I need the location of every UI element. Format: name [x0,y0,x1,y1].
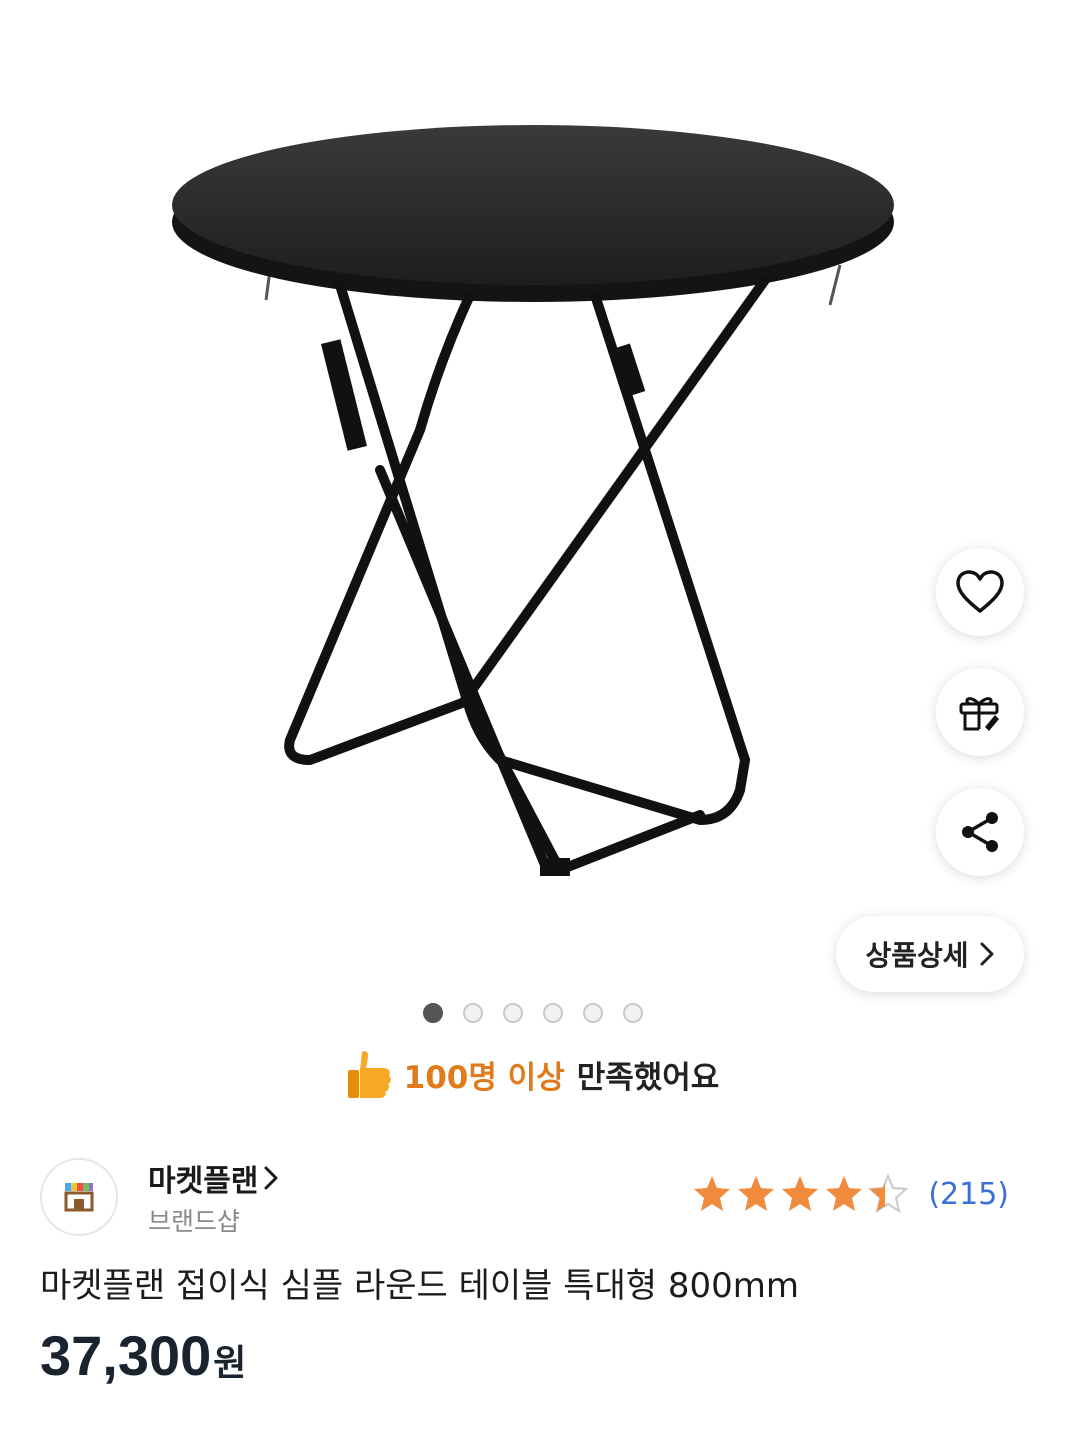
satisfaction-text: 만족했어요 [576,1059,720,1096]
product-image[interactable] [0,0,1065,1000]
share-icon [962,812,998,852]
carousel-dot[interactable] [423,1003,443,1023]
carousel-dot[interactable] [623,1003,643,1023]
star-icon [826,1176,863,1211]
table-illustration [172,125,894,876]
gift-button[interactable] [936,668,1024,756]
brand-name: 마켓플랜 [148,1164,259,1199]
share-button[interactable] [936,788,1024,876]
star-icon [782,1176,819,1211]
satisfaction-banner: 100명 이상 만족했어요 [0,1046,1065,1102]
product-detail-button[interactable]: 상품상세 [836,916,1024,992]
wishlist-button[interactable] [936,548,1024,636]
price-value: 37,300 [40,1324,212,1387]
brand-type: 브랜드샵 [148,1207,241,1236]
satisfaction-highlight: 100명 이상 [403,1059,565,1096]
product-detail-label: 상품상세 [865,939,969,972]
heart-icon [956,570,1004,613]
product-price: 37,300 원 [40,1323,246,1388]
chevron-right-icon [980,942,994,966]
carousel-dot[interactable] [543,1003,563,1023]
store-icon [64,1183,94,1212]
product-title: 마켓플랜 접이식 심플 라운드 테이블 특대형 800mm [40,1266,800,1306]
chevron-right-icon [264,1166,278,1190]
carousel-dot[interactable] [583,1003,603,1023]
thumbs-up-icon [347,1051,391,1098]
rating-summary[interactable]: (215) [692,1174,1009,1214]
gift-icon [959,697,999,731]
star-icon [738,1176,775,1211]
star-icon [694,1176,731,1211]
carousel-indicator [423,1003,643,1023]
star-rating [694,1174,909,1214]
carousel-dot[interactable] [503,1003,523,1023]
carousel-dot[interactable] [463,1003,483,1023]
brand-logo[interactable] [40,1158,118,1236]
brand-link[interactable]: 마켓플랜 [148,1156,278,1200]
review-count[interactable]: (215) [928,1177,1009,1212]
price-unit: 원 [213,1343,247,1384]
